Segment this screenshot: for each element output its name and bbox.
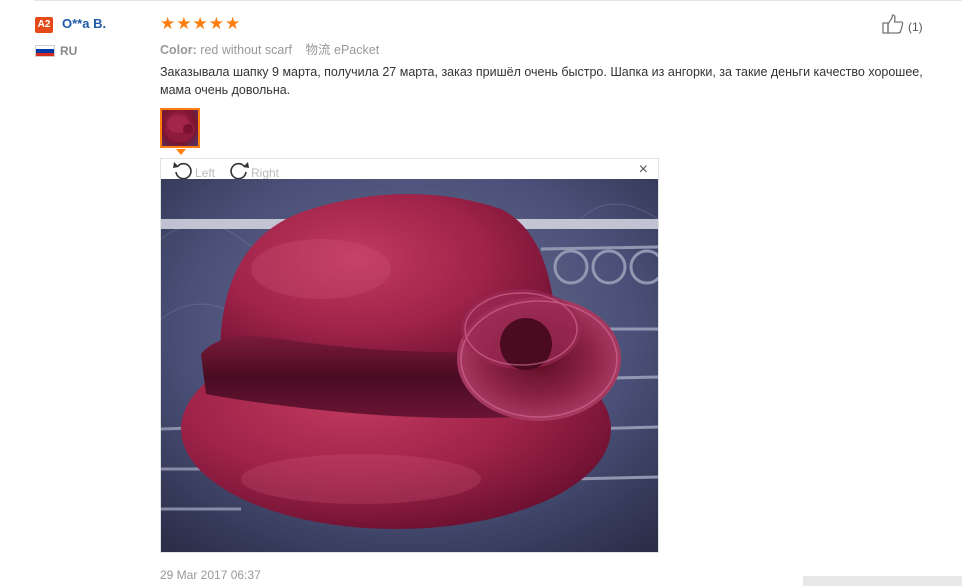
helpful-count: (1)	[908, 19, 923, 34]
star-rating: ★ ★ ★ ★ ★	[160, 15, 240, 33]
buyer-level-badge: A2	[35, 17, 53, 33]
review-photo	[161, 179, 658, 552]
divider	[34, 0, 962, 1]
thumbnail-pointer	[176, 149, 186, 155]
photo-viewer: Left Right ×	[160, 158, 659, 553]
reviewer-name[interactable]: O**a B.	[62, 16, 106, 31]
country-flag-icon	[35, 45, 55, 57]
helpful-button[interactable]: (1)	[882, 14, 923, 39]
star-icon: ★	[208, 14, 224, 33]
star-icon: ★	[176, 14, 192, 33]
star-icon: ★	[225, 14, 241, 33]
star-icon: ★	[192, 14, 208, 33]
review-date: 29 Mar 2017 06:37	[160, 568, 261, 582]
color-value: red without scarf	[200, 43, 293, 57]
rotate-right-label[interactable]: Right	[251, 166, 279, 180]
viewer-toolbar: Left Right ×	[161, 159, 658, 180]
review-text: Заказывала шапку 9 марта, получила 27 ма…	[160, 65, 923, 97]
review-photo-thumbnail[interactable]	[160, 108, 200, 148]
reviewer-country: RU	[60, 44, 78, 58]
shipping-label: 物流	[305, 43, 331, 57]
star-icon: ★	[160, 14, 176, 33]
scrollbar[interactable]	[803, 576, 962, 586]
color-label: Color:	[160, 43, 197, 57]
rotate-left-label[interactable]: Left	[195, 166, 215, 180]
thumb-up-icon[interactable]	[882, 14, 904, 39]
product-attributes: Color: red without scarf 物流 ePacket	[160, 39, 379, 58]
close-icon[interactable]: ×	[639, 161, 648, 179]
shipping-value: ePacket	[334, 43, 380, 57]
